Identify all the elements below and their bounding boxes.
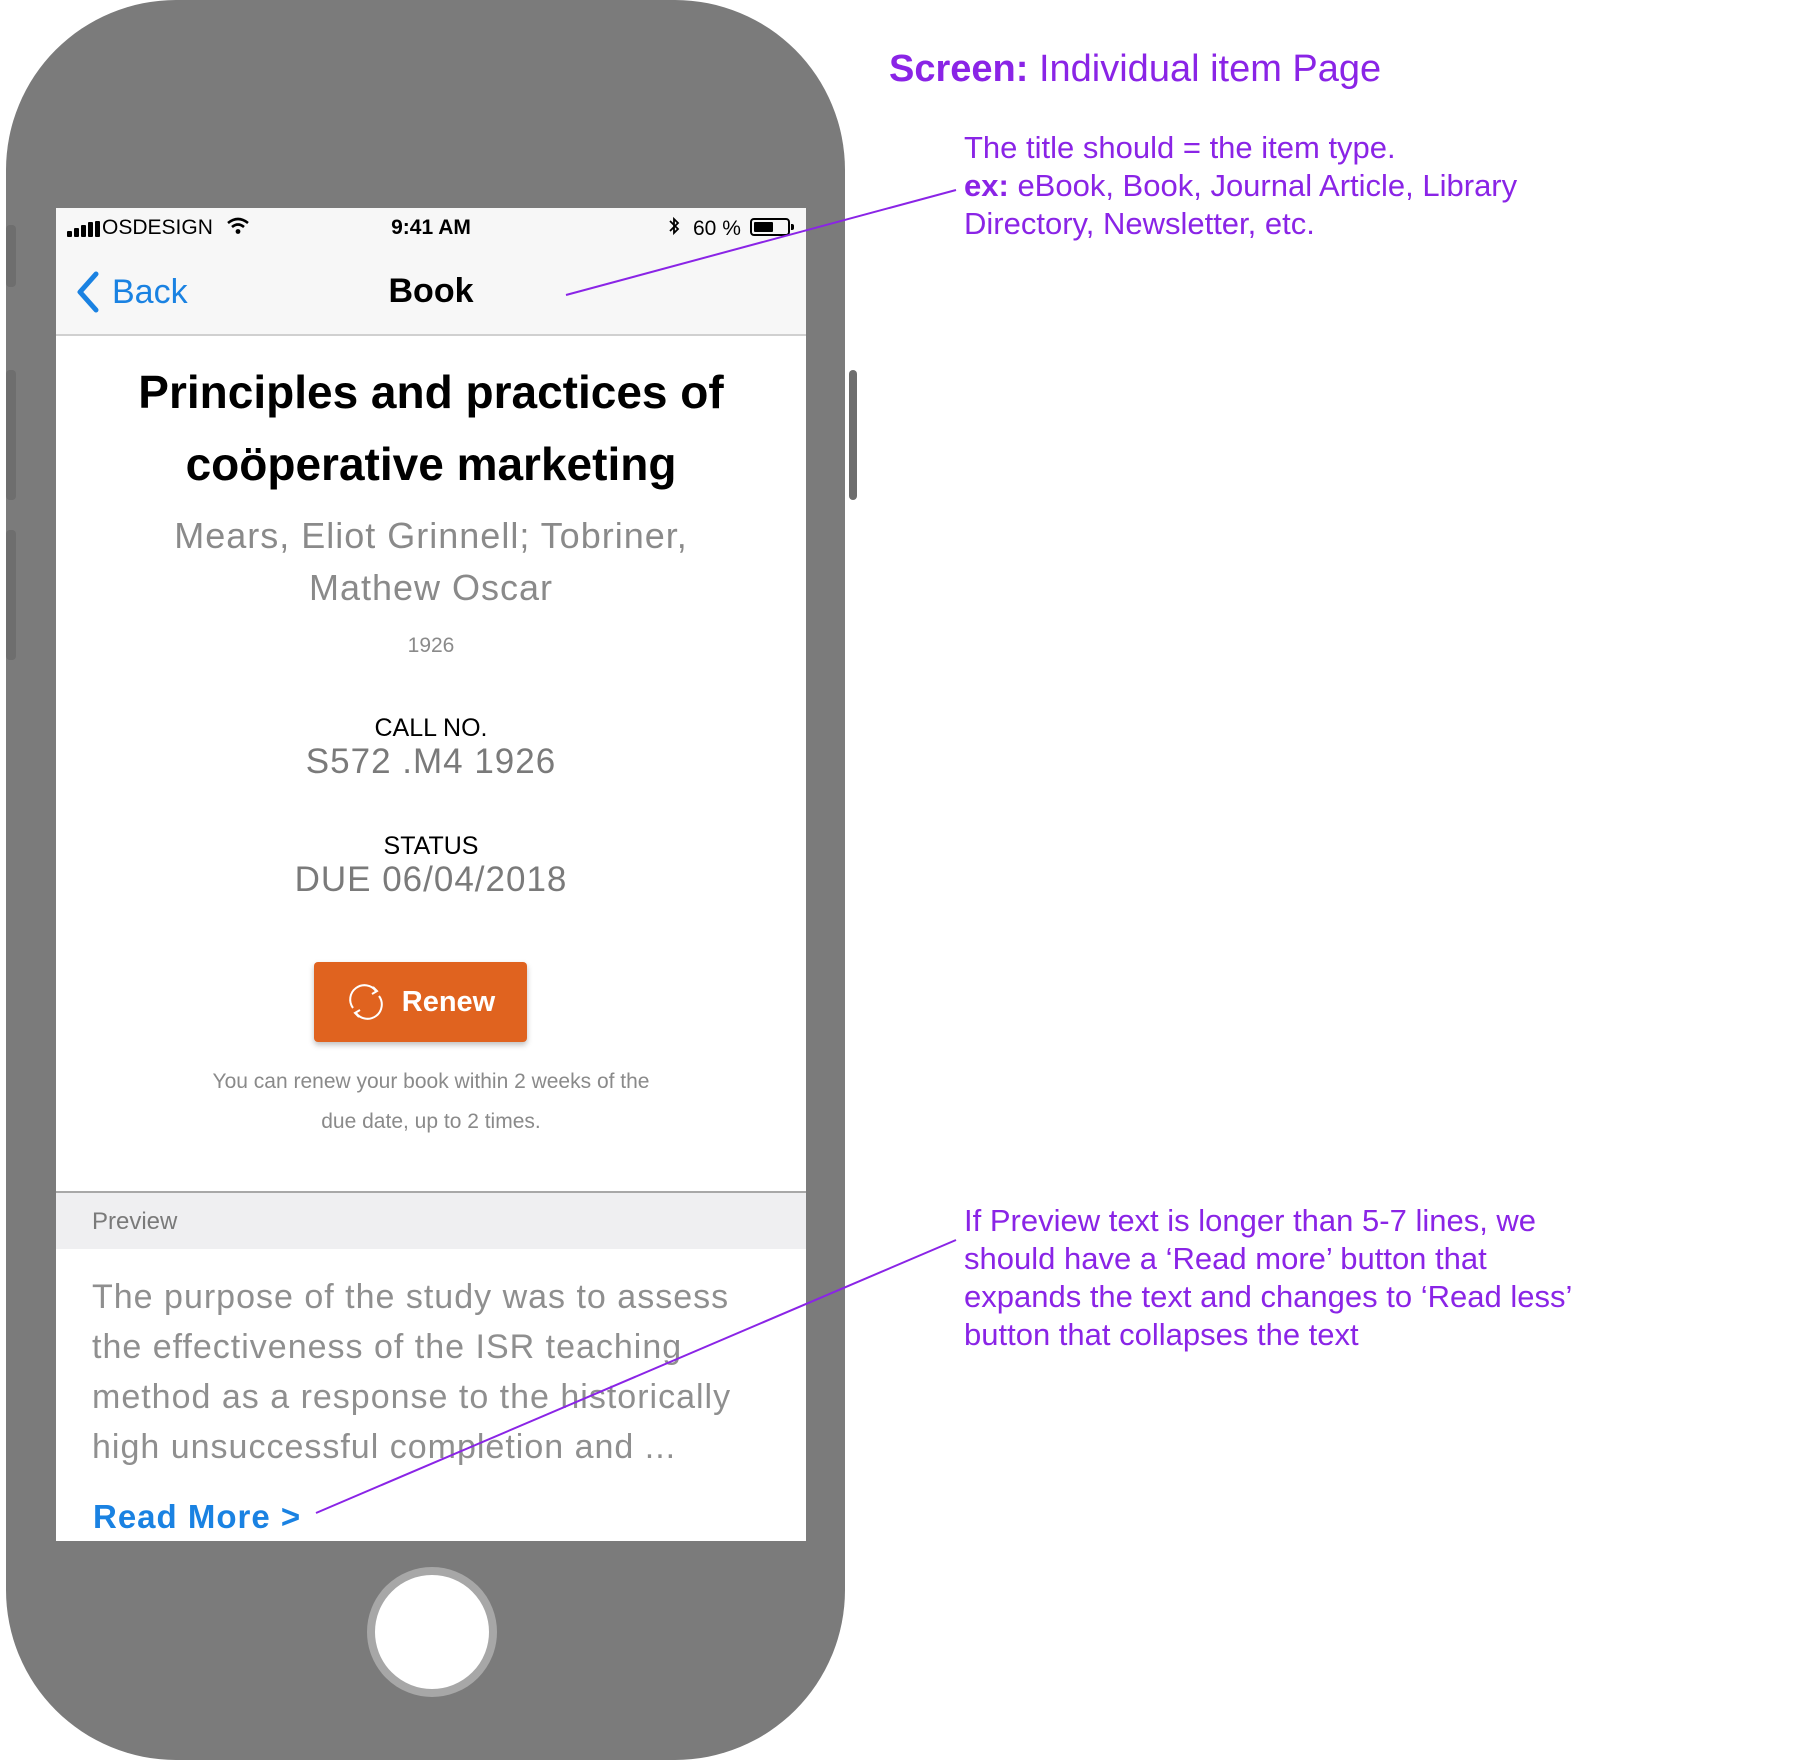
title-annotation: The title should = the item type. ex: eB… bbox=[964, 129, 1584, 243]
nav-title: Book bbox=[388, 272, 474, 310]
status-label: STATUS bbox=[383, 832, 479, 860]
battery-icon bbox=[750, 218, 794, 236]
read-more-button[interactable]: Read More > bbox=[93, 1498, 301, 1536]
title-annotation-line: The title should = the item type. bbox=[964, 130, 1396, 165]
navigation-bar: Back Book bbox=[56, 248, 806, 336]
preview-section-header: Preview bbox=[56, 1191, 806, 1249]
preview-text: The purpose of the study was to assess t… bbox=[92, 1278, 732, 1466]
preview-header-label: Preview bbox=[92, 1208, 178, 1235]
mute-switch bbox=[6, 225, 16, 287]
preview-annotation: If Preview text is longer than 5-7 lines… bbox=[964, 1203, 1572, 1352]
status-value: DUE 06/04/2018 bbox=[294, 860, 568, 899]
bluetooth-icon bbox=[667, 215, 681, 243]
renew-help-text: You can renew your book within 2 weeks o… bbox=[212, 1070, 650, 1133]
home-button[interactable] bbox=[367, 1567, 497, 1697]
renew-label: Renew bbox=[401, 985, 496, 1018]
volume-down-button bbox=[6, 530, 16, 660]
item-title: Principles and practices of coöperative … bbox=[138, 366, 724, 490]
volume-up-button bbox=[6, 370, 16, 500]
screen-annotation: Screen: Individual item Page bbox=[889, 50, 1381, 88]
screen-annotation-name: Individual item Page bbox=[1038, 48, 1382, 90]
status-bar: OSDESIGN 9:41 AM 60 % bbox=[56, 208, 806, 248]
title-annotation-ex-text: eBook, Book, Journal Article, Library Di… bbox=[964, 168, 1518, 241]
item-authors: Mears, Eliot Grinnell; Tobriner, Mathew … bbox=[174, 515, 688, 608]
call-number-label: CALL NO. bbox=[374, 714, 488, 742]
power-button bbox=[849, 370, 857, 500]
phone-screen: OSDESIGN 9:41 AM 60 % Back Book Principl… bbox=[56, 208, 806, 1541]
renew-button[interactable]: Renew bbox=[314, 962, 527, 1042]
title-annotation-ex-label: ex: bbox=[964, 168, 1009, 203]
phone-frame: OSDESIGN 9:41 AM 60 % Back Book Principl… bbox=[6, 0, 857, 1760]
battery-percent: 60 % bbox=[693, 217, 741, 240]
screen-annotation-label: Screen: bbox=[889, 48, 1029, 90]
refresh-icon bbox=[348, 984, 383, 1020]
item-year: 1926 bbox=[407, 634, 455, 657]
call-number-value: S572 .M4 1926 bbox=[305, 742, 557, 781]
